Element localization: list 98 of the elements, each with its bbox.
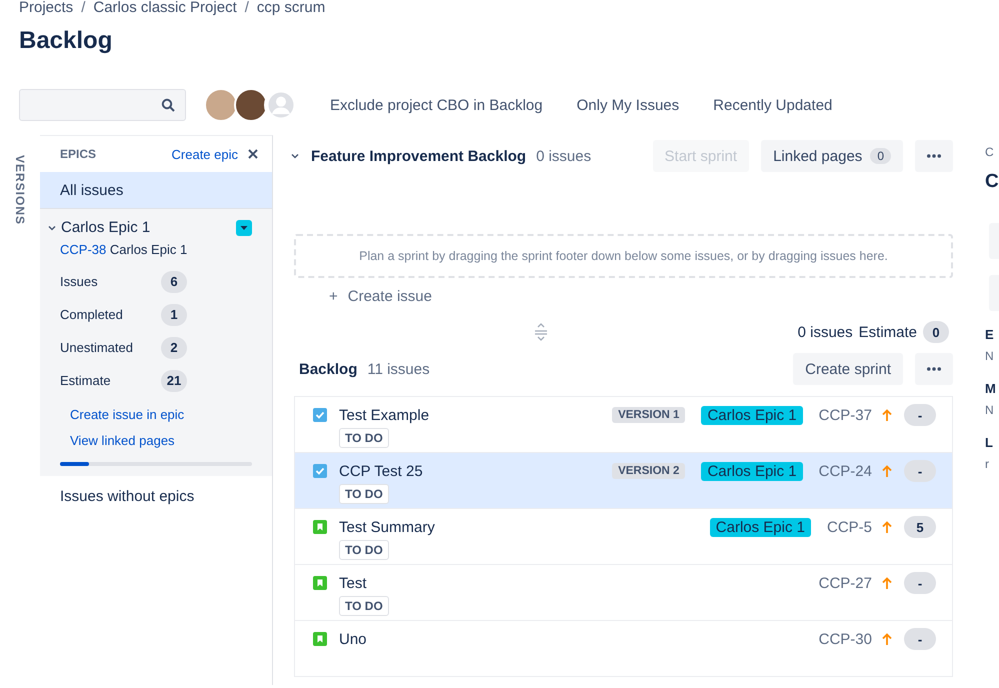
quick-filter[interactable]: Only My Issues bbox=[568, 96, 688, 114]
create-epic-link[interactable]: Create epic bbox=[172, 146, 238, 162]
quick-filter[interactable]: Exclude project CBO in Backlog bbox=[322, 96, 551, 114]
sprint-title: Feature Improvement Backlog bbox=[311, 148, 526, 164]
estimate-badge: - bbox=[904, 628, 936, 650]
detail-text: E bbox=[985, 327, 995, 344]
more-button[interactable] bbox=[915, 353, 953, 385]
detail-text: C bbox=[985, 171, 999, 194]
search-field[interactable] bbox=[19, 89, 186, 121]
breadcrumb-link[interactable]: Projects bbox=[19, 0, 74, 19]
estimate-badge: - bbox=[904, 460, 936, 482]
epic-key-summary: CCP-38 Carlos Epic 1 bbox=[59, 242, 188, 257]
issue-row[interactable]: Uno CCP-30 - bbox=[295, 621, 952, 677]
status-label: TO DO bbox=[339, 540, 389, 560]
epic-key-link[interactable]: CCP-38 bbox=[60, 242, 106, 257]
stat-count: 2 bbox=[161, 336, 187, 358]
arrow-up-icon bbox=[882, 520, 892, 534]
more-button[interactable] bbox=[915, 140, 953, 172]
estimate-label: Estimate bbox=[858, 324, 918, 340]
drop-hint: Plan a sprint by dragging the sprint footer down below some issues, or by dragging issues here. bbox=[359, 249, 888, 263]
epic-link[interactable]: Create issue in epic bbox=[70, 407, 252, 422]
stat-count: 6 bbox=[161, 270, 187, 292]
issue-row[interactable]: Test Summary Carlos Epic 1 CCP-5 5 TO DO bbox=[295, 509, 952, 565]
detail-text: L bbox=[985, 435, 994, 452]
issue-key[interactable]: CCP-24 bbox=[818, 462, 872, 480]
more-icon bbox=[927, 154, 941, 158]
epic-filter-item[interactable]: All issues bbox=[40, 172, 272, 209]
arrow-up-icon bbox=[882, 408, 892, 422]
breadcrumb-separator: / bbox=[244, 0, 249, 18]
versions-tab[interactable]: VERSIONS bbox=[0, 135, 40, 685]
epic-label: Carlos Epic 1 bbox=[701, 462, 803, 480]
estimate-badge: 5 bbox=[904, 516, 936, 538]
stat-label: Estimate bbox=[60, 373, 112, 388]
issue-count: 11 issues bbox=[367, 360, 430, 378]
stat-count: 1 bbox=[161, 304, 187, 326]
bookmark-icon bbox=[313, 632, 327, 646]
arrow-up-icon bbox=[882, 464, 892, 478]
epic-link[interactable]: View linked pages bbox=[70, 433, 252, 448]
estimate-badge: - bbox=[904, 404, 936, 426]
page-title: Backlog bbox=[19, 27, 114, 56]
version-label: VERSION 1 bbox=[612, 407, 686, 423]
search-icon bbox=[161, 98, 175, 112]
stat-label: Completed bbox=[60, 307, 124, 322]
status-label: TO DO bbox=[339, 484, 389, 504]
issue-row[interactable]: Test CCP-27 - TO DO bbox=[295, 565, 952, 621]
dropdown-icon[interactable] bbox=[236, 220, 252, 236]
epic-label: Carlos Epic 1 bbox=[710, 518, 811, 536]
issue-summary[interactable]: CCP Test 25 bbox=[339, 462, 423, 480]
stat-count: 21 bbox=[161, 370, 187, 392]
backlog-title: Backlog bbox=[299, 360, 358, 378]
issue-key[interactable]: CCP-5 bbox=[826, 518, 872, 536]
drag-handle-icon[interactable] bbox=[534, 323, 548, 341]
issue-summary[interactable]: Test Summary bbox=[339, 518, 435, 536]
stat-label: Unestimated bbox=[60, 340, 134, 355]
arrow-up-icon bbox=[882, 632, 892, 646]
estimate-count: 0 bbox=[923, 321, 950, 343]
epic-name: Carlos Epic 1 bbox=[61, 219, 150, 236]
issue-key[interactable]: CCP-37 bbox=[818, 406, 872, 424]
status-label: TO DO bbox=[339, 428, 389, 448]
count-badge: 0 bbox=[870, 148, 891, 164]
issue-summary[interactable]: Test Example bbox=[339, 406, 430, 424]
issue-summary[interactable]: Uno bbox=[339, 630, 367, 648]
task-icon bbox=[313, 408, 327, 422]
close-icon[interactable] bbox=[248, 149, 258, 159]
epic-filter-item[interactable]: Issues without epics bbox=[40, 476, 272, 516]
issue-key[interactable]: CCP-30 bbox=[818, 630, 872, 648]
detail-text: r bbox=[985, 457, 990, 473]
create-sprint-button[interactable]: Create sprint bbox=[793, 353, 903, 385]
detail-text: M bbox=[985, 381, 997, 398]
linked-pages-button[interactable]: Linked pages 0 bbox=[761, 140, 903, 172]
breadcrumb-separator: / bbox=[81, 0, 86, 18]
version-label: VERSION 2 bbox=[612, 463, 686, 479]
issue-row[interactable]: CCP Test 25 VERSION 2 Carlos Epic 1 CCP-24 - TO DO bbox=[295, 453, 952, 509]
task-icon bbox=[313, 464, 327, 478]
issue-summary[interactable]: Test bbox=[339, 574, 367, 592]
create-issue-button[interactable]: + Create issue bbox=[327, 286, 434, 307]
breadcrumb-link[interactable]: Carlos classic Project bbox=[93, 0, 237, 19]
status-label: TO DO bbox=[339, 596, 389, 616]
issue-key[interactable]: CCP-27 bbox=[818, 574, 872, 592]
plus-icon: + bbox=[329, 288, 338, 305]
quick-filter[interactable]: Recently Updated bbox=[705, 96, 840, 114]
more-icon bbox=[927, 367, 941, 371]
bookmark-icon bbox=[313, 576, 327, 590]
estimate-badge: - bbox=[904, 572, 936, 594]
detail-text: N bbox=[985, 403, 995, 419]
panel-title: EPICS bbox=[60, 147, 98, 161]
bookmark-icon bbox=[313, 520, 327, 534]
chevron-icon[interactable] bbox=[291, 152, 299, 160]
issue-count: 0 issues bbox=[536, 148, 592, 164]
epic-label: Carlos Epic 1 bbox=[701, 406, 803, 424]
arrow-up-icon bbox=[882, 576, 892, 590]
breadcrumb-link[interactable]: ccp scrum bbox=[256, 0, 326, 19]
detail-text: N bbox=[985, 349, 995, 365]
epic-item[interactable]: Carlos Epic 1 CCP-38 Carlos Epic 1 Issues 6 Completed 1 Unestimated 2 Estimate 21 Create issue in epic View linked pages bbox=[40, 209, 272, 476]
stat-label: Issues bbox=[60, 274, 99, 289]
chevron-icon[interactable] bbox=[48, 224, 56, 232]
issue-count: 0 issues bbox=[798, 324, 853, 340]
detail-text: C bbox=[985, 145, 995, 161]
